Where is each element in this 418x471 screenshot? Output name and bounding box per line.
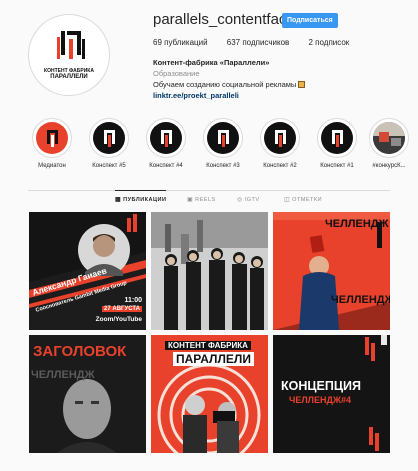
highlight-mediaton[interactable]: Медиатон bbox=[27, 118, 77, 169]
post-headline-portrait[interactable]: ЗАГОЛОВОК ЧЕЛЛЕНДЖ bbox=[29, 335, 146, 453]
highlight-label: Конспект #1 bbox=[320, 163, 354, 169]
highlight-konkurs[interactable]: #конкурсК... bbox=[364, 118, 414, 169]
profile-category: Образование bbox=[153, 69, 200, 78]
highlight-cover bbox=[207, 122, 239, 154]
tab-reels[interactable]: ▣ REELS bbox=[187, 196, 216, 203]
tab-posts[interactable]: ▦ ПУБЛИКАЦИИ bbox=[115, 190, 167, 203]
tag-icon: ◫ bbox=[284, 197, 291, 203]
tab-reels-label: REELS bbox=[195, 197, 216, 203]
profile-stats: 69 публикаций 637 подписчиков 2 подписок bbox=[153, 38, 366, 47]
tab-tagged-label: ОТМЕТКИ bbox=[292, 197, 323, 203]
highlight-ring bbox=[89, 118, 129, 158]
paralleli-logo-icon bbox=[218, 130, 229, 147]
highlight-label: Конспект #4 bbox=[149, 163, 183, 169]
paralleli-logo-icon bbox=[104, 130, 115, 147]
profile-bio-text: Обучаем созданию социальной рекламы bbox=[153, 80, 297, 89]
tab-posts-label: ПУБЛИКАЦИИ bbox=[123, 197, 167, 203]
paralleli-logo-icon bbox=[57, 31, 85, 59]
highlight-cover bbox=[264, 122, 296, 154]
paralleli-logo-icon bbox=[161, 130, 172, 147]
highlight-cover bbox=[93, 122, 125, 154]
avatar-caption-line-2: ПАРАЛЛЕЛИ bbox=[50, 73, 88, 80]
post-speaker-announcement[interactable]: Александр Гаиаев Сооснователь Gambit Med… bbox=[29, 212, 146, 330]
posts-count[interactable]: 69 публикаций bbox=[153, 38, 208, 47]
post-concept-title: КОНЦЕПЦИЯ bbox=[281, 379, 361, 393]
highlight-label: Конспект #2 bbox=[263, 163, 297, 169]
highlight-konspekt-5[interactable]: Конспект #5 bbox=[84, 118, 134, 169]
highlight-cover bbox=[150, 122, 182, 154]
book-emoji-icon bbox=[298, 81, 306, 88]
profile-avatar[interactable]: КОНТЕНТ ФАБРИКА ПАРАЛЛЕЛИ bbox=[28, 14, 110, 96]
post-content-factory[interactable]: КОНТЕНТ ФАБРИКА ПАРАЛЛЕЛИ bbox=[151, 335, 268, 453]
highlight-label: Медиатон bbox=[38, 163, 66, 169]
highlight-ring bbox=[369, 118, 409, 158]
post-challenge-poster[interactable]: ЧЕЛЛЕНДЖ ЧЕЛЛЕНДЖ bbox=[273, 212, 390, 330]
highlight-ring bbox=[146, 118, 186, 158]
profile-full-name: Контент-фабрика «Параллели» bbox=[153, 58, 270, 67]
post-headline-title: ЗАГОЛОВОК bbox=[33, 343, 127, 360]
paralleli-logo-icon bbox=[275, 130, 286, 147]
highlight-konspekt-1[interactable]: Конспект #1 bbox=[312, 118, 362, 169]
profile-bio: Контент-фабрика «Параллели» Образование … bbox=[153, 57, 306, 101]
highlight-konspekt-3[interactable]: Конспект #3 bbox=[198, 118, 248, 169]
tab-tagged[interactable]: ◫ ОТМЕТКИ bbox=[284, 196, 322, 203]
post-headline-side-text: ЧЕЛЛЕНДЖ bbox=[31, 369, 95, 381]
post-side-text-bottom: ЧЕЛЛЕНДЖ bbox=[331, 294, 390, 306]
highlight-label: #конкурсК... bbox=[372, 163, 406, 169]
paralleli-logo-icon bbox=[332, 130, 343, 147]
highlight-konspekt-4[interactable]: Конспект #4 bbox=[141, 118, 191, 169]
grid-icon: ▦ bbox=[115, 197, 122, 203]
avatar-caption: КОНТЕНТ ФАБРИКА ПАРАЛЛЕЛИ bbox=[29, 68, 109, 80]
post-time: 11:00 bbox=[124, 297, 142, 304]
igtv-icon: ◎ bbox=[237, 197, 243, 203]
highlight-label: Конспект #5 bbox=[92, 163, 126, 169]
following-count[interactable]: 2 подписок bbox=[309, 38, 350, 47]
profile-bio-text-line: Обучаем созданию социальной рекламы bbox=[153, 79, 306, 90]
post-factory-title-1: КОНТЕНТ ФАБРИКА bbox=[165, 341, 251, 350]
highlight-label: Конспект #3 bbox=[206, 163, 240, 169]
post-concept-subtitle: ЧЕЛЛЕНДЖ#4 bbox=[289, 395, 352, 405]
paralleli-logo-icon bbox=[47, 130, 58, 147]
post-date: 27 АВГУСТА bbox=[102, 306, 142, 312]
highlight-cover bbox=[36, 122, 68, 154]
tab-igtv-label: IGTV bbox=[244, 197, 260, 203]
post-concept-challenge[interactable]: КОНЦЕПЦИЯ ЧЕЛЛЕНДЖ#4 bbox=[273, 335, 390, 453]
highlight-cover bbox=[373, 122, 405, 154]
highlight-ring bbox=[317, 118, 357, 158]
tab-igtv[interactable]: ◎ IGTV bbox=[237, 196, 260, 203]
highlight-ring bbox=[32, 118, 72, 158]
profile-link[interactable]: linktr.ee/proekt_paralleli bbox=[153, 90, 305, 101]
highlight-ring bbox=[260, 118, 300, 158]
photo-collage-icon bbox=[373, 122, 405, 154]
post-factory-title-2: ПАРАЛЛЕЛИ bbox=[173, 352, 254, 366]
tabs-divider bbox=[28, 190, 390, 191]
follow-button[interactable]: Подписаться bbox=[282, 13, 338, 28]
concept-art bbox=[273, 335, 390, 453]
post-side-text-top: ЧЕЛЛЕНДЖ bbox=[325, 218, 389, 230]
highlight-cover bbox=[321, 122, 353, 154]
band-photo-image bbox=[151, 212, 268, 330]
post-platform: Zoom/YouTube bbox=[95, 316, 142, 323]
highlight-konspekt-2[interactable]: Конспект #2 bbox=[255, 118, 305, 169]
highlight-ring bbox=[203, 118, 243, 158]
followers-count[interactable]: 637 подписчиков bbox=[227, 38, 289, 47]
post-band-photo[interactable] bbox=[151, 212, 268, 330]
reels-icon: ▣ bbox=[187, 197, 194, 203]
